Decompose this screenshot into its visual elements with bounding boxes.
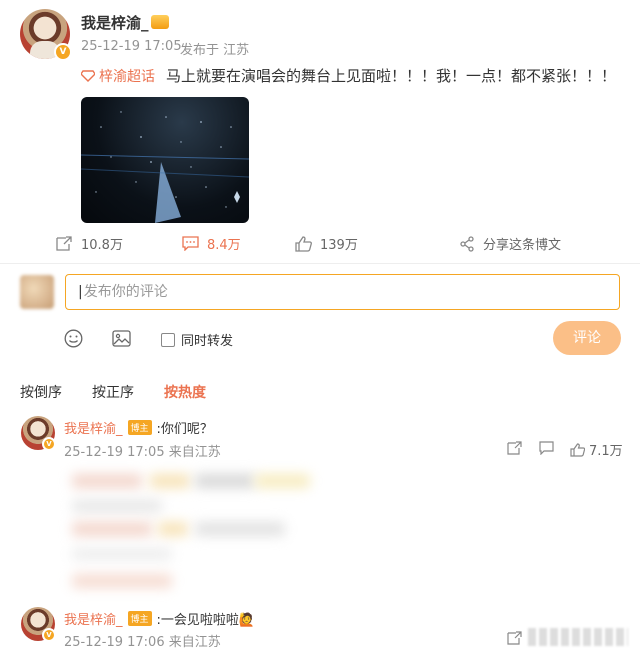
post-time[interactable]: 25-12-19 17:05 <box>81 39 182 54</box>
like-button[interactable]: 139万 <box>295 234 358 253</box>
comment-text: :一会见啦啦啦🙋 <box>156 613 256 628</box>
crown-icon <box>151 15 169 29</box>
verified-badge-icon: V <box>42 628 56 642</box>
sort-latest-tab[interactable]: 按倒序 <box>20 382 62 402</box>
repost-icon <box>56 236 72 251</box>
submit-comment-button[interactable]: 评论 <box>553 321 621 355</box>
comment-repost-icon[interactable] <box>507 631 522 645</box>
repost-button[interactable]: 10.8万 <box>56 234 123 253</box>
share-label: 分享这条博文 <box>483 238 562 253</box>
author-tag: 博主 <box>127 611 152 626</box>
comment-text: :你们呢？ <box>156 422 213 437</box>
post-image[interactable] <box>81 97 249 223</box>
text-cursor: | <box>78 284 83 300</box>
sort-hot-tab[interactable]: 按热度 <box>164 382 206 402</box>
stage-scene-icon <box>81 111 249 223</box>
verified-badge-icon: V <box>54 43 72 61</box>
author-name[interactable]: 我是梓渝_ <box>81 12 149 33</box>
diamond-icon <box>81 70 95 82</box>
comment-like-count: 7.1万 <box>589 444 623 459</box>
comment-button[interactable]: 8.4万 <box>182 234 241 253</box>
comment-header: 我是梓渝_ 博主 :你们呢？ <box>64 418 213 437</box>
section-divider <box>0 263 640 264</box>
blurred-actions <box>528 628 628 646</box>
repost-checkbox-label: 同时转发 <box>181 334 234 349</box>
comment-input[interactable]: |发布你的评论 <box>65 274 620 310</box>
emoji-icon[interactable] <box>64 329 83 348</box>
verified-badge-icon: V <box>42 437 56 451</box>
current-user-avatar <box>20 275 54 309</box>
topic-label: 梓渝超话 <box>99 69 155 85</box>
comment-author[interactable]: 我是梓渝_ <box>64 609 123 628</box>
comment-repost-icon[interactable] <box>507 441 522 455</box>
comment-time: 25-12-19 17:05 来自江苏 <box>64 445 221 460</box>
like-count: 139万 <box>320 238 358 253</box>
comment-like-button[interactable]: 7.1万 <box>570 440 623 459</box>
checkbox-box[interactable] <box>161 332 175 347</box>
repost-count: 10.8万 <box>81 238 123 253</box>
post-source: 发布于 江苏 <box>180 43 250 58</box>
sort-oldest-tab[interactable]: 按正序 <box>92 382 134 402</box>
comment-count: 8.4万 <box>207 238 241 253</box>
thumbs-up-icon <box>570 442 585 457</box>
comment-time: 25-12-19 17:06 来自江苏 <box>64 635 221 650</box>
repost-checkbox[interactable]: 同时转发 <box>161 330 233 349</box>
comment-header: 我是梓渝_ 博主 :一会见啦啦啦🙋 <box>64 609 255 628</box>
thumbs-up-icon <box>295 235 312 252</box>
post-text: 马上就要在演唱会的舞台上见面啦！！！我！一点！都不紧张！！！ <box>166 67 617 85</box>
comment-author[interactable]: 我是梓渝_ <box>64 418 123 437</box>
comment-reply-icon[interactable] <box>539 441 554 455</box>
comment-icon <box>182 236 199 251</box>
image-upload-icon[interactable] <box>112 329 131 348</box>
topic-link[interactable]: 梓渝超话 <box>81 66 155 86</box>
comment-placeholder: 发布你的评论 <box>83 284 168 300</box>
author-tag: 博主 <box>127 420 152 435</box>
share-icon <box>460 235 474 252</box>
share-button[interactable]: 分享这条博文 <box>459 234 561 253</box>
